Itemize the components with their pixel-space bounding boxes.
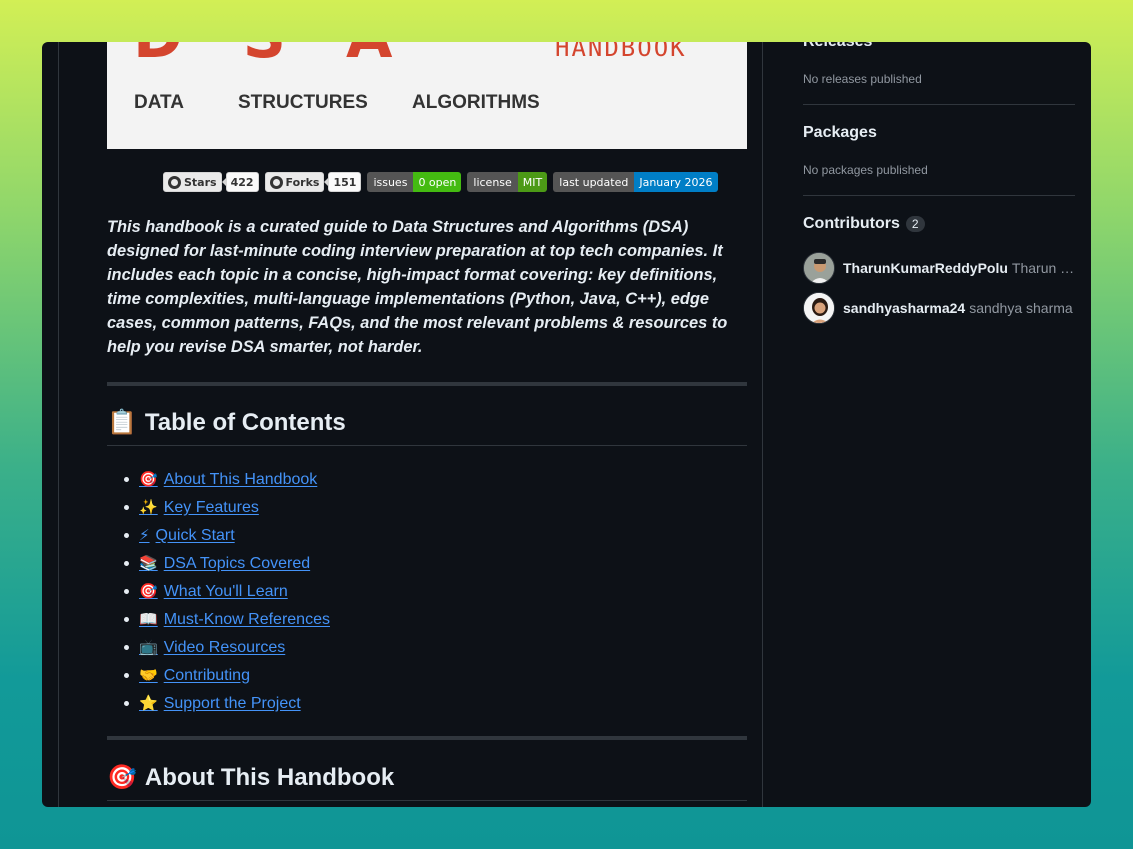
repo-sidebar: Releases No releases published Packages …	[803, 42, 1075, 807]
github-icon	[269, 175, 283, 189]
sparkles-icon: ✨	[139, 498, 158, 516]
toc-item: 📚 DSA Topics Covered	[124, 549, 330, 577]
toc-item: ⚡ Quick Start	[124, 521, 330, 549]
toc-item: 🎯 What You'll Learn	[124, 577, 330, 605]
toc-link-references[interactable]: 📖 Must-Know References	[139, 610, 330, 629]
books-icon: 📚	[139, 554, 158, 572]
about-heading: 🎯 About This Handbook	[107, 763, 747, 801]
packages-heading[interactable]: Packages	[803, 124, 877, 142]
updated-badge[interactable]: last updated January 2026	[553, 172, 718, 192]
updated-badge-value: January 2026	[634, 172, 718, 192]
avatar-person-icon	[804, 293, 834, 323]
issues-badge-value: 0 open	[413, 172, 462, 192]
toc-link-learn[interactable]: 🎯 What You'll Learn	[139, 582, 288, 601]
issues-badge[interactable]: issues 0 open	[367, 172, 462, 192]
toc-link-features[interactable]: ✨ Key Features	[139, 498, 259, 517]
open-book-icon: 📖	[139, 610, 158, 628]
sidebar-divider	[803, 104, 1075, 105]
toc-link-label: Support the Project	[163, 694, 301, 712]
toc-link-label: DSA Topics Covered	[163, 554, 311, 572]
contributors-heading[interactable]: Contributors 2	[803, 215, 925, 233]
star-icon: ⭐	[139, 694, 158, 712]
toc-link-label: About This Handbook	[163, 470, 318, 488]
toc-list: 🎯 About This Handbook ✨ Key Features ⚡ Quic…	[124, 465, 330, 717]
section-divider	[107, 382, 747, 386]
forks-badge-count: 151	[324, 172, 362, 192]
contributor-row[interactable]: sandhyasharma24 sandhya sharma	[803, 292, 1075, 324]
forks-badge-label: Forks	[285, 175, 320, 189]
toc-item: 🤝 Contributing	[124, 661, 330, 689]
toc-link-label: Video Resources	[163, 638, 286, 656]
updated-badge-key: last updated	[553, 172, 635, 192]
license-badge[interactable]: license MIT	[467, 172, 548, 192]
toc-heading-text: Table of Contents	[144, 408, 346, 436]
contributors-count-badge: 2	[905, 215, 925, 232]
forks-badge[interactable]: Forks 151	[264, 172, 362, 192]
lightning-icon: ⚡	[139, 526, 150, 544]
releases-heading[interactable]: Releases	[803, 42, 872, 51]
toc-item: 📺 Video Resources	[124, 633, 330, 661]
banner-word-algorithms: ALGORITHMS	[412, 92, 540, 113]
toc-link-videos[interactable]: 📺 Video Resources	[139, 638, 285, 657]
readme-description: This handbook is a curated guide to Data…	[107, 218, 728, 356]
toc-link-label: Quick Start	[155, 526, 235, 544]
stars-badge-count: 422	[221, 172, 259, 192]
toc-link-label: Key Features	[163, 498, 259, 516]
toc-link-label: Must-Know References	[163, 610, 330, 628]
clipboard-icon: 📋	[107, 409, 137, 436]
television-icon: 📺	[139, 638, 158, 656]
contributor-row[interactable]: TharunKumarReddyPolu Tharun Kumar Reddy …	[803, 252, 1075, 284]
avatar-person-icon	[804, 253, 834, 283]
about-heading-text: About This Handbook	[144, 763, 395, 791]
contributor-login: sandhyasharma24	[843, 300, 966, 316]
license-badge-value: MIT	[517, 172, 548, 192]
toc-item: ✨ Key Features	[124, 493, 330, 521]
badge-row: Stars 422 Forks 151 issues 0 open licens…	[163, 172, 718, 192]
toc-item: 🎯 About This Handbook	[124, 465, 330, 493]
stars-badge-label: Stars	[184, 175, 217, 189]
license-badge-key: license	[467, 172, 518, 192]
toc-link-topics[interactable]: 📚 DSA Topics Covered	[139, 554, 310, 573]
banner-logo-text: DSA	[133, 42, 452, 72]
banner-handbook-text: HANDBOOK	[555, 42, 687, 62]
sidebar-divider	[803, 195, 1075, 196]
readme-column: DSA HANDBOOK DATA STRUCTURES ALGORITHMS …	[58, 42, 763, 807]
contributor-login: TharunKumarReddyPolu	[843, 260, 1008, 276]
contributor-full-name: sandhya sharma	[969, 300, 1073, 316]
target-icon: 🎯	[107, 764, 137, 791]
toc-link-support[interactable]: ⭐ Support the Project	[139, 694, 301, 713]
toc-link-label: What You'll Learn	[163, 582, 288, 600]
readme-banner-image: DSA HANDBOOK DATA STRUCTURES ALGORITHMS	[107, 42, 747, 149]
toc-link-about[interactable]: 🎯 About This Handbook	[139, 470, 317, 489]
banner-word-structures: STRUCTURES	[238, 92, 368, 113]
contributor-full-name: Tharun Kumar Reddy Polu	[1011, 260, 1075, 276]
toc-item: ⭐ Support the Project	[124, 689, 330, 717]
browser-window: DSA HANDBOOK DATA STRUCTURES ALGORITHMS …	[42, 42, 1091, 807]
issues-badge-key: issues	[367, 172, 414, 192]
toc-heading: 📋 Table of Contents	[107, 408, 747, 446]
stars-badge[interactable]: Stars 422	[163, 172, 259, 192]
stars-badge-label-box: Stars	[163, 172, 222, 192]
contributors-heading-text: Contributors	[803, 215, 900, 232]
toc-item: 📖 Must-Know References	[124, 605, 330, 633]
target-icon: 🎯	[139, 582, 158, 600]
packages-empty-text: No packages published	[803, 163, 928, 177]
forks-badge-label-box: Forks	[264, 172, 325, 192]
handshake-icon: 🤝	[139, 666, 158, 684]
section-divider	[107, 736, 747, 740]
toc-link-contributing[interactable]: 🤝 Contributing	[139, 666, 250, 685]
banner-word-data: DATA	[134, 92, 184, 113]
avatar[interactable]	[803, 292, 835, 324]
target-icon: 🎯	[139, 470, 158, 488]
avatar[interactable]	[803, 252, 835, 284]
toc-link-quick-start[interactable]: ⚡ Quick Start	[139, 526, 235, 545]
toc-link-label: Contributing	[163, 666, 250, 684]
github-icon	[168, 175, 181, 189]
releases-empty-text: No releases published	[803, 72, 922, 86]
